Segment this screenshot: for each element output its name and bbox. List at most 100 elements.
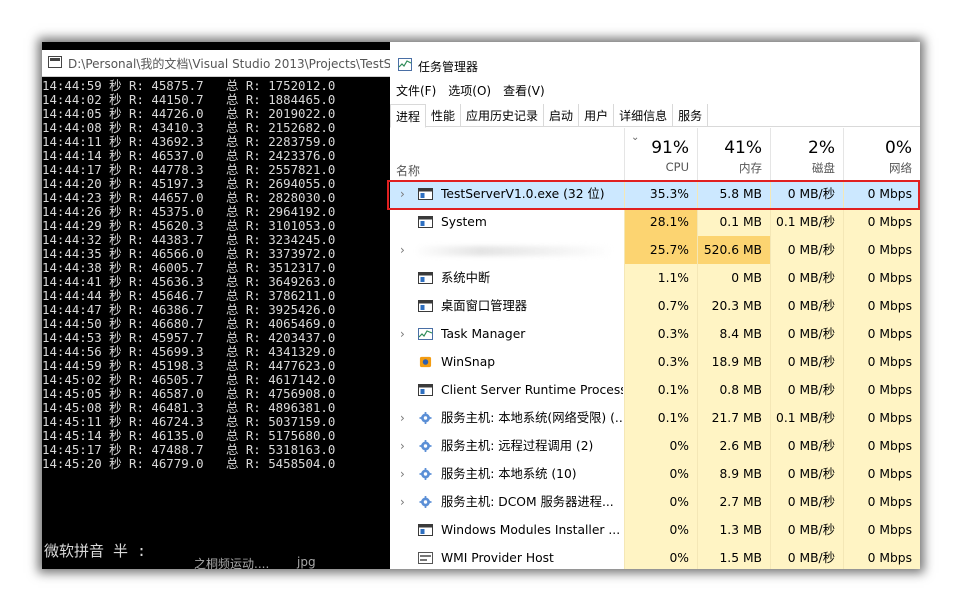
- expand-chevron-icon[interactable]: ›: [400, 432, 405, 460]
- screenshot-frame: D:\Personal\我的文档\Visual Studio 2013\Proj…: [42, 42, 920, 569]
- column-memory[interactable]: 41% 内存: [697, 128, 770, 180]
- process-row[interactable]: › 25.7% 520.6 MB 0 MB/秒 0 Mbps: [390, 236, 920, 264]
- process-name: Client Server Runtime Process: [441, 383, 623, 397]
- process-row[interactable]: › 服务主机: DCOM 服务器进程... 0% 2.7 MB 0 MB/秒 0 Mbps: [390, 488, 920, 516]
- console-line: 14:44:50 秒 R: 46680.7 总 R: 4065469.0: [42, 316, 336, 331]
- console-line: 14:45:11 秒 R: 46724.3 总 R: 5037159.0: [42, 414, 336, 429]
- disk-cell: 0.1 MB/秒: [770, 404, 843, 432]
- network-total: 0%: [885, 138, 912, 158]
- process-name: 桌面窗口管理器: [441, 299, 528, 313]
- tab-processes[interactable]: 进程: [390, 104, 427, 128]
- console-line: 14:44:32 秒 R: 44383.7 总 R: 3234245.0: [42, 232, 336, 247]
- disk-cell: 0 MB/秒: [770, 320, 843, 348]
- tab-app-history[interactable]: 应用历史记录: [461, 104, 545, 126]
- cpu-cell: 25.7%: [624, 236, 697, 264]
- column-cpu[interactable]: ⌄ 91% CPU: [624, 128, 697, 180]
- menu-options[interactable]: 选项(O): [448, 82, 491, 100]
- expand-chevron-icon[interactable]: ›: [400, 236, 405, 264]
- memory-label: 内存: [739, 161, 762, 175]
- memory-cell: 1.3 MB: [697, 516, 770, 544]
- cpu-cell: 0.1%: [624, 376, 697, 404]
- process-row[interactable]: › TestServerV1.0.exe (32 位) 35.3% 5.8 MB 0 M…: [390, 180, 920, 208]
- process-row[interactable]: WMI Provider Host 0% 1.5 MB 0 MB/秒 0 Mbps: [390, 544, 920, 569]
- disk-cell: 0 MB/秒: [770, 376, 843, 404]
- menu-view[interactable]: 查看(V): [503, 82, 545, 100]
- process-row[interactable]: 桌面窗口管理器 0.7% 20.3 MB 0 MB/秒 0 Mbps: [390, 292, 920, 320]
- tab-startup[interactable]: 启动: [544, 104, 580, 126]
- expand-chevron-icon[interactable]: ›: [400, 460, 405, 488]
- column-disk[interactable]: 2% 磁盘: [770, 128, 843, 180]
- memory-cell: 20.3 MB: [697, 292, 770, 320]
- network-label: 网络: [889, 161, 912, 175]
- cpu-cell: 28.1%: [624, 208, 697, 236]
- process-row[interactable]: WinSnap 0.3% 18.9 MB 0 MB/秒 0 Mbps: [390, 348, 920, 376]
- console-line: 14:44:59 秒 R: 45198.3 总 R: 4477623.0: [42, 358, 336, 373]
- console-line: 14:44:29 秒 R: 45620.3 总 R: 3101053.0: [42, 218, 336, 233]
- memory-cell: 2.7 MB: [697, 488, 770, 516]
- task-manager-title: 任务管理器: [418, 60, 479, 74]
- disk-cell: 0 MB/秒: [770, 432, 843, 460]
- console-line: 14:44:05 秒 R: 44726.0 总 R: 2019022.0: [42, 106, 336, 121]
- expand-chevron-icon[interactable]: ›: [400, 488, 405, 516]
- memory-cell: 5.8 MB: [697, 180, 770, 208]
- console-output[interactable]: 14:44:59 秒 R: 45875.7 总 R: 1752012.0 14:4…: [42, 79, 390, 531]
- column-network[interactable]: 0% 网络: [843, 128, 920, 180]
- task-manager-titlebar[interactable]: 任务管理器: [390, 50, 920, 80]
- memory-cell: 0.1 MB: [697, 208, 770, 236]
- process-name: System: [441, 215, 487, 229]
- process-name: 系统中断: [441, 271, 491, 285]
- process-row[interactable]: › 服务主机: 本地系统(网络受限) (... 0.1% 21.7 MB 0.1 MB/…: [390, 404, 920, 432]
- console-scrollbar[interactable]: [372, 79, 390, 531]
- console-line: 14:44:47 秒 R: 46386.7 总 R: 3925426.0: [42, 302, 336, 317]
- memory-cell: 8.4 MB: [697, 320, 770, 348]
- network-cell: 0 Mbps: [843, 488, 920, 516]
- console-line: 14:44:41 秒 R: 45636.3 总 R: 3649263.0: [42, 274, 336, 289]
- process-row[interactable]: › Task Manager 0.3% 8.4 MB 0 MB/秒 0 Mbps: [390, 320, 920, 348]
- process-name: 服务主机: 本地系统 (10): [441, 467, 577, 481]
- tab-users[interactable]: 用户: [579, 104, 615, 126]
- cpu-cell: 0%: [624, 432, 697, 460]
- process-row[interactable]: 系统中断 1.1% 0 MB 0 MB/秒 0 Mbps: [390, 264, 920, 292]
- cpu-label: CPU: [665, 160, 689, 174]
- console-line: 14:44:23 秒 R: 44657.0 总 R: 2828030.0: [42, 190, 336, 205]
- disk-cell: 0 MB/秒: [770, 348, 843, 376]
- console-line: 14:44:53 秒 R: 45957.7 总 R: 4203437.0: [42, 330, 336, 345]
- process-row[interactable]: Client Server Runtime Process 0.1% 0.8 MB 0…: [390, 376, 920, 404]
- cpu-cell: 0.3%: [624, 320, 697, 348]
- console-titlebar[interactable]: D:\Personal\我的文档\Visual Studio 2013\Proj…: [42, 50, 391, 77]
- cpu-cell: 0%: [624, 544, 697, 569]
- memory-cell: 21.7 MB: [697, 404, 770, 432]
- process-name: 服务主机: 远程过程调用 (2): [441, 439, 594, 453]
- process-row[interactable]: Windows Modules Installer ... 0% 1.3 MB 0 M…: [390, 516, 920, 544]
- process-name: WinSnap: [441, 355, 496, 369]
- network-cell: 0 Mbps: [843, 208, 920, 236]
- disk-cell: 0 MB/秒: [770, 544, 843, 569]
- tab-details[interactable]: 详细信息: [614, 104, 674, 126]
- memory-cell: 520.6 MB: [697, 236, 770, 264]
- process-name: 服务主机: DCOM 服务器进程...: [441, 495, 614, 509]
- expand-chevron-icon[interactable]: ›: [400, 320, 405, 348]
- process-row[interactable]: › 服务主机: 本地系统 (10) 0% 8.9 MB 0 MB/秒 0 Mbps: [390, 460, 920, 488]
- expand-chevron-icon[interactable]: ›: [400, 404, 405, 432]
- network-cell: 0 Mbps: [843, 376, 920, 404]
- console-line: 14:44:56 秒 R: 45699.3 总 R: 4341329.0: [42, 344, 336, 359]
- tab-performance[interactable]: 性能: [426, 104, 462, 126]
- network-cell: 0 Mbps: [843, 516, 920, 544]
- column-name[interactable]: 名称: [396, 162, 420, 179]
- sort-chevron-icon: ⌄: [631, 132, 640, 143]
- memory-cell: 0 MB: [697, 264, 770, 292]
- process-row[interactable]: › 服务主机: 远程过程调用 (2) 0% 2.6 MB 0 MB/秒 0 Mbps: [390, 432, 920, 460]
- memory-cell: 2.6 MB: [697, 432, 770, 460]
- cpu-cell: 35.3%: [624, 180, 697, 208]
- cpu-cell: 0%: [624, 460, 697, 488]
- task-manager-window[interactable]: 任务管理器 文件(F) 选项(O) 查看(V) 进程 性能 应用历史记录 启动 …: [390, 42, 920, 569]
- expand-chevron-icon[interactable]: ›: [400, 180, 405, 208]
- console-window[interactable]: D:\Personal\我的文档\Visual Studio 2013\Proj…: [42, 42, 391, 569]
- menu-file[interactable]: 文件(F): [396, 82, 436, 100]
- network-cell: 0 Mbps: [843, 544, 920, 569]
- process-row[interactable]: System 28.1% 0.1 MB 0.1 MB/秒 0 Mbps: [390, 208, 920, 236]
- cpu-cell: 0.7%: [624, 292, 697, 320]
- disk-cell: 0.1 MB/秒: [770, 208, 843, 236]
- tab-services[interactable]: 服务: [673, 104, 709, 126]
- console-app-icon: [48, 56, 62, 68]
